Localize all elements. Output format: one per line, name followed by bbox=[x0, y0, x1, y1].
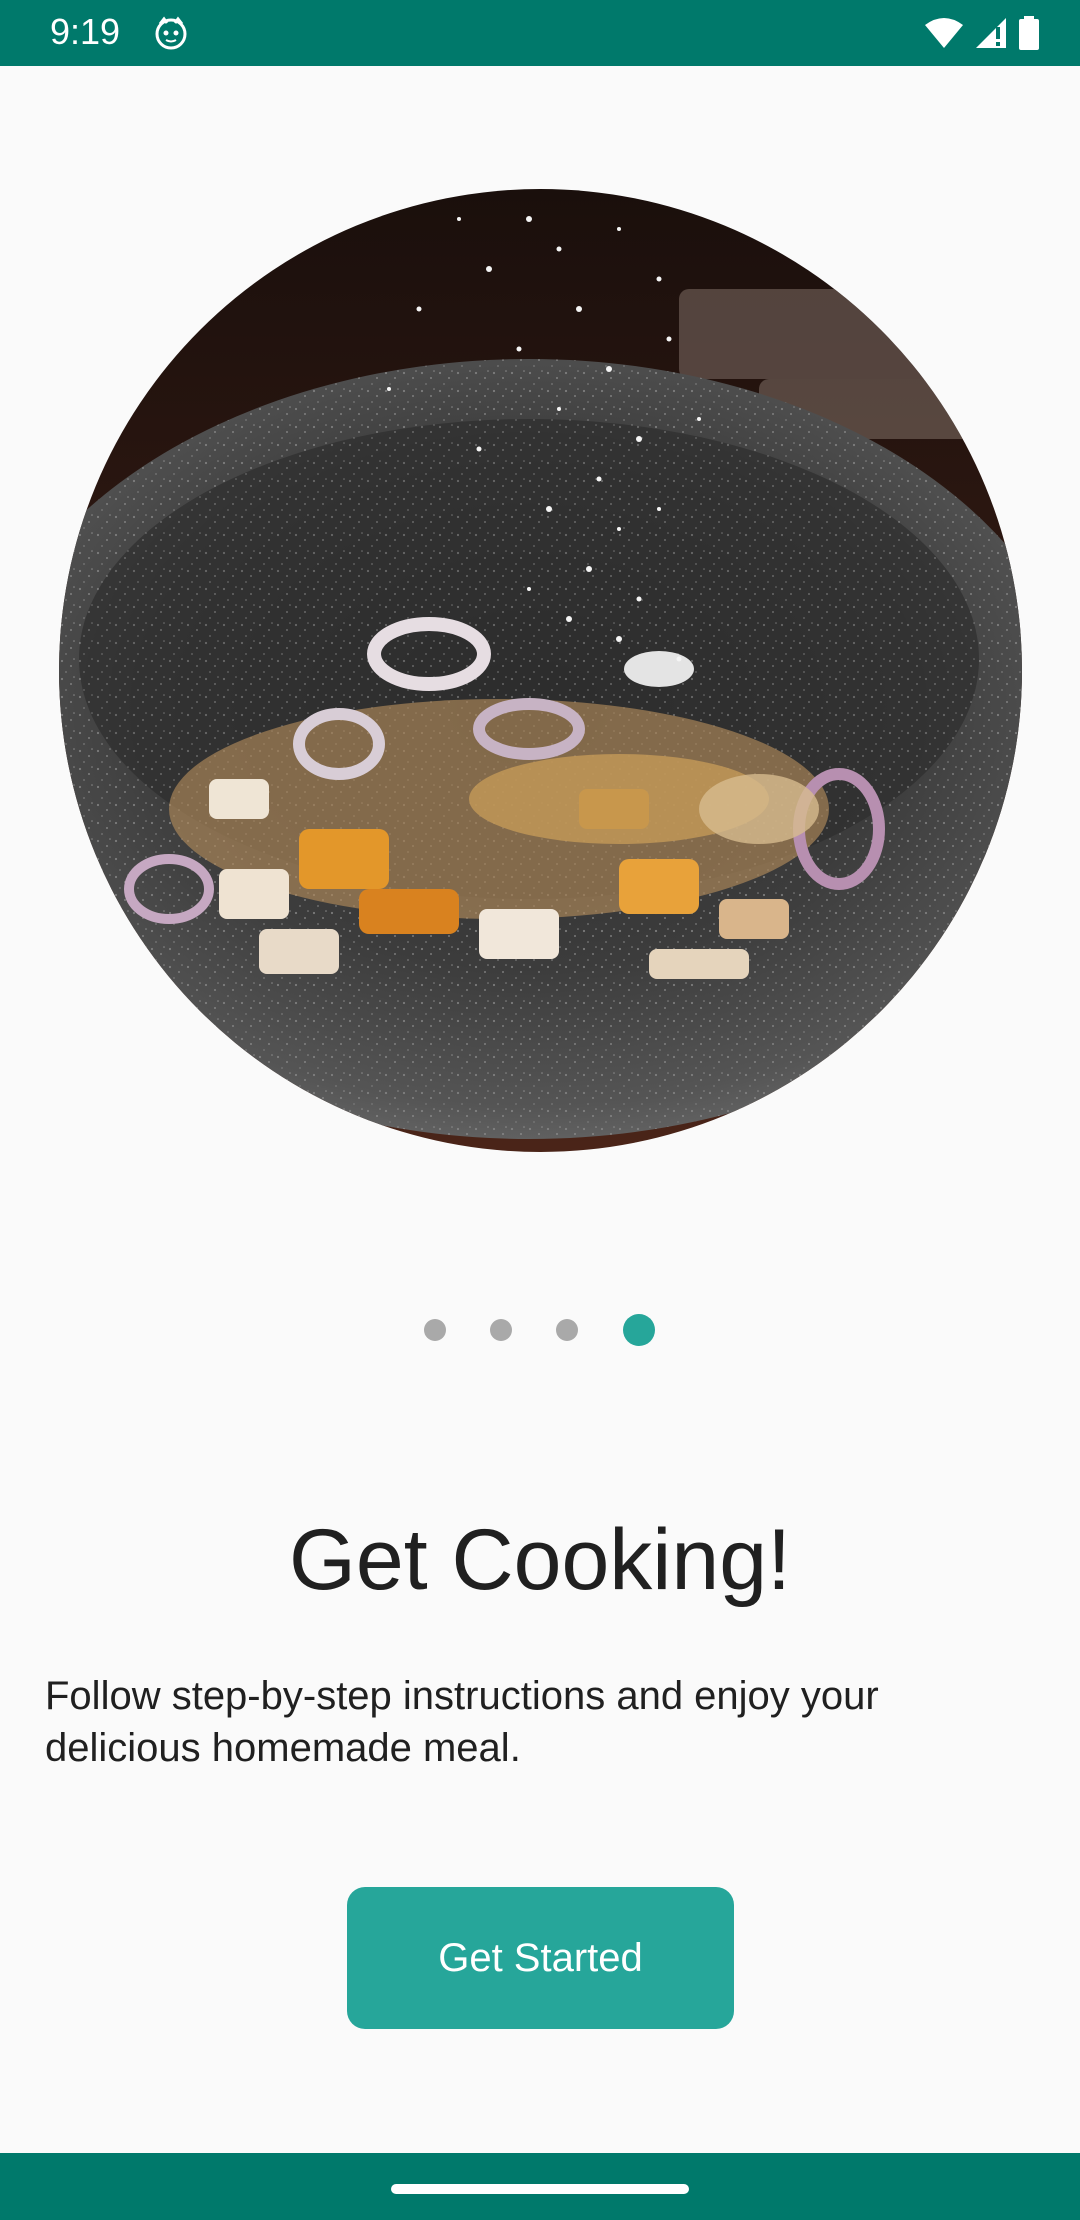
onboarding-screen: 9:19 Get Cooking! Follow step-by-step in… bbox=[0, 0, 1080, 2220]
get-started-button[interactable]: Get Started bbox=[347, 1887, 734, 2029]
pager-indicator bbox=[0, 1310, 1080, 1350]
app-notification-icon bbox=[155, 16, 187, 50]
status-bar: 9:19 bbox=[0, 0, 1080, 66]
pager-dot-3[interactable] bbox=[556, 1319, 578, 1341]
wok-illustration bbox=[59, 189, 1022, 1152]
pager-dot-1[interactable] bbox=[424, 1319, 446, 1341]
status-icons bbox=[924, 14, 1040, 52]
home-gesture-handle[interactable] bbox=[391, 2184, 689, 2194]
hero-image bbox=[59, 189, 1022, 1152]
onboarding-description: Follow step-by-step instructions and enj… bbox=[45, 1674, 879, 1770]
signal-icon bbox=[976, 18, 1006, 48]
pager-dot-2[interactable] bbox=[490, 1319, 512, 1341]
wifi-icon bbox=[925, 18, 963, 48]
onboarding-title: Get Cooking! bbox=[289, 1512, 791, 1608]
status-time: 9:19 bbox=[50, 11, 121, 52]
pager-dot-4-active[interactable] bbox=[623, 1314, 655, 1346]
battery-icon bbox=[1019, 16, 1039, 50]
